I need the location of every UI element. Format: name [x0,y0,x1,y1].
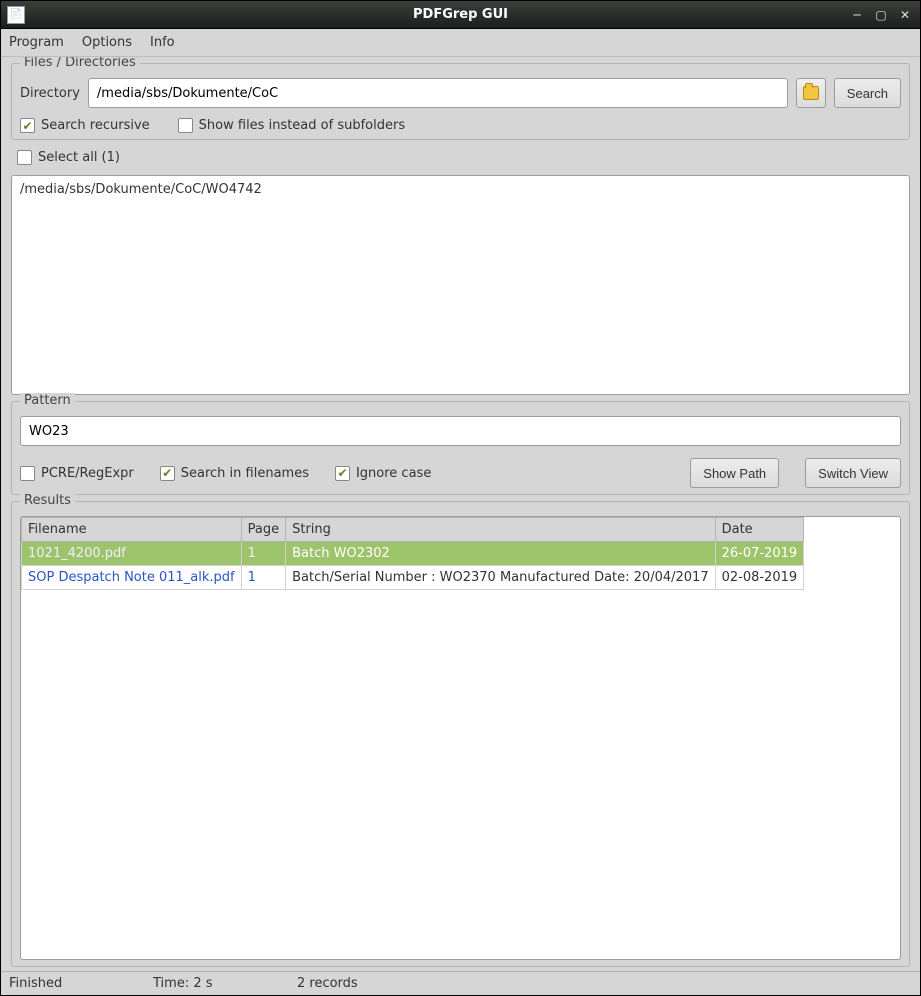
pcre-label: PCRE/RegExpr [41,466,134,481]
cell-date: 02-08-2019 [715,566,804,590]
statusbar: Finished Time: 2 s 2 records [1,971,920,995]
checkbox-icon [17,150,32,165]
cell-filename[interactable]: 1021_4200.pdf [22,542,242,566]
files-options-row: ✔ Search recursive Show files instead of… [20,118,901,133]
recursive-label: Search recursive [41,118,150,133]
window-title: PDFGrep GUI [1,7,920,22]
minimize-button[interactable]: ─ [848,7,866,23]
files-group: Files / Directories Directory Search ✔ S… [11,63,910,140]
menu-info[interactable]: Info [150,35,175,50]
checkbox-icon: ✔ [335,466,350,481]
cell-filename[interactable]: SOP Despatch Note 011_alk.pdf [22,566,242,590]
cell-date: 26-07-2019 [715,542,804,566]
checkbox-icon [178,118,193,133]
maximize-button[interactable]: ▢ [872,7,890,23]
app-icon: 📄 [7,6,25,24]
cell-string: Batch/Serial Number : WO2370 Manufacture… [286,566,715,590]
menu-options[interactable]: Options [82,35,132,50]
selectall-label: Select all (1) [38,150,120,165]
directory-label: Directory [20,86,80,101]
browse-button[interactable] [796,78,826,108]
checkbox-icon: ✔ [160,466,175,481]
content: Files / Directories Directory Search ✔ S… [1,57,920,971]
selectall-checkbox[interactable]: Select all (1) [17,150,120,165]
files-group-title: Files / Directories [20,57,140,70]
showfiles-checkbox[interactable]: Show files instead of subfolders [178,118,405,133]
directory-listbox[interactable]: /media/sbs/Dokumente/CoC/WO4742 [11,175,910,395]
table-header-row: Filename Page String Date [22,518,804,542]
col-page[interactable]: Page [241,518,285,542]
switchview-button[interactable]: Switch View [805,458,901,488]
showfiles-label: Show files instead of subfolders [199,118,405,133]
filenames-label: Search in filenames [181,466,309,481]
menu-program[interactable]: Program [9,35,64,50]
checkbox-icon [20,466,35,481]
col-filename[interactable]: Filename [22,518,242,542]
list-item[interactable]: /media/sbs/Dokumente/CoC/WO4742 [20,182,901,197]
cell-string: Batch WO2302 [286,542,715,566]
cell-page[interactable]: 1 [241,542,285,566]
results-group-title: Results [20,493,75,508]
search-button[interactable]: Search [834,78,901,108]
col-string[interactable]: String [286,518,715,542]
checkbox-icon: ✔ [20,118,35,133]
directory-input[interactable] [88,78,788,108]
selectall-row: Select all (1) [11,146,910,169]
cell-page[interactable]: 1 [241,566,285,590]
pattern-options-row: PCRE/RegExpr ✔ Search in filenames ✔ Ign… [20,458,901,488]
window-controls: ─ ▢ ✕ [848,7,914,23]
results-table: Filename Page String Date 1021_4200.pdf1… [21,517,804,590]
close-button[interactable]: ✕ [896,7,914,23]
titlebar: 📄 PDFGrep GUI ─ ▢ ✕ [1,1,920,29]
table-row[interactable]: SOP Despatch Note 011_alk.pdf1Batch/Seri… [22,566,804,590]
directory-row: Directory Search [20,78,901,108]
table-row[interactable]: 1021_4200.pdf1Batch WO230226-07-2019 [22,542,804,566]
results-table-wrap[interactable]: Filename Page String Date 1021_4200.pdf1… [20,516,901,960]
showpath-button[interactable]: Show Path [690,458,779,488]
pcre-checkbox[interactable]: PCRE/RegExpr [20,466,134,481]
status-records: 2 records [297,976,417,991]
status-time: Time: 2 s [153,976,273,991]
recursive-checkbox[interactable]: ✔ Search recursive [20,118,150,133]
app-window: 📄 PDFGrep GUI ─ ▢ ✕ Program Options Info… [0,0,921,996]
status-state: Finished [9,976,129,991]
folder-icon [803,86,819,100]
ignorecase-checkbox[interactable]: ✔ Ignore case [335,466,431,481]
pattern-group: Pattern PCRE/RegExpr ✔ Search in filenam… [11,401,910,495]
results-group: Results Filename Page String Date 1021_4… [11,501,910,967]
ignorecase-label: Ignore case [356,466,431,481]
pattern-group-title: Pattern [20,393,75,408]
menubar: Program Options Info [1,29,920,57]
col-date[interactable]: Date [715,518,804,542]
filenames-checkbox[interactable]: ✔ Search in filenames [160,466,309,481]
pattern-input[interactable] [20,416,901,446]
